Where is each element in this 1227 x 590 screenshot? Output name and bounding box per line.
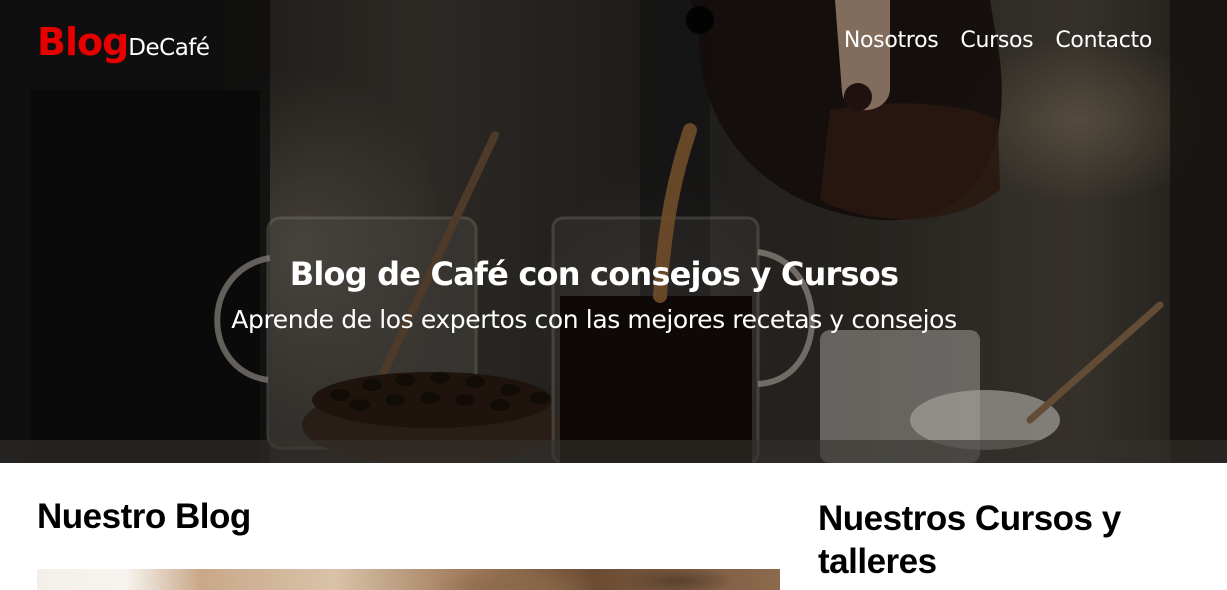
nav-link-contacto[interactable]: Contacto	[1055, 28, 1152, 53]
courses-section-heading: Nuestros Cursos y talleres	[818, 499, 1121, 581]
hero-text: Blog de Café con consejos y Cursos Apren…	[0, 255, 1188, 334]
site-header: BlogDeCafé Nosotros Cursos Contacto	[0, 0, 1227, 90]
logo-cafe-text: DeCafé	[128, 35, 210, 61]
hero-banner: BlogDeCafé Nosotros Cursos Contacto Blog…	[0, 0, 1227, 463]
nav-link-cursos[interactable]: Cursos	[960, 28, 1033, 53]
hero-subtitle: Aprende de los expertos con las mejores …	[231, 305, 957, 334]
logo-blog-text: Blog	[37, 20, 129, 64]
site-logo[interactable]: BlogDeCafé	[37, 20, 210, 64]
blog-section-heading: Nuestro Blog	[37, 497, 251, 536]
blog-post-image[interactable]	[37, 569, 780, 590]
hero-title: Blog de Café con consejos y Cursos	[289, 255, 899, 293]
nav-link-nosotros[interactable]: Nosotros	[844, 28, 939, 53]
main-nav: Nosotros Cursos Contacto	[844, 28, 1152, 53]
main-content: Nuestro Blog Nuestros Cursos y talleres	[0, 463, 1227, 590]
